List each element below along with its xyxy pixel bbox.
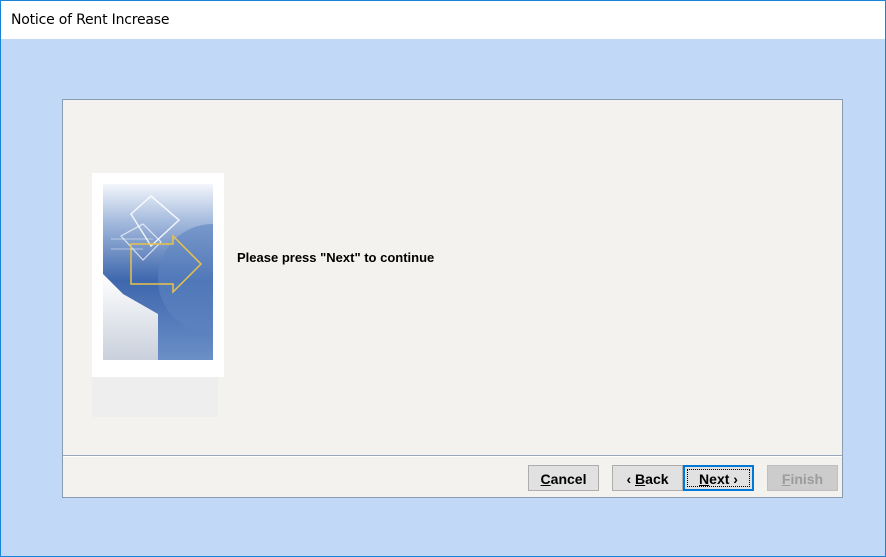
back-button[interactable]: ‹ Back: [612, 465, 683, 491]
app-window: Notice of Rent Increase Please press "Ne…: [0, 0, 886, 557]
back-arrow-icon: ‹: [626, 471, 636, 487]
finish-button[interactable]: Finish: [767, 465, 838, 491]
cancel-label: ancel: [550, 471, 587, 487]
wizard-graphic-icon: [103, 184, 213, 360]
focus-rectangle: [687, 469, 750, 487]
cancel-mnemonic: C: [540, 471, 551, 487]
wizard-image-frame: [92, 173, 224, 377]
back-mnemonic: B: [635, 471, 646, 487]
wizard-image-shadow: [92, 377, 218, 417]
next-button[interactable]: Next ›: [683, 465, 754, 491]
button-separator: [63, 455, 842, 457]
finish-label: inish: [790, 471, 824, 487]
window-title: Notice of Rent Increase: [11, 12, 170, 28]
cancel-button[interactable]: Cancel: [528, 465, 599, 491]
back-label: ack: [645, 471, 669, 487]
wizard-dialog: Please press "Next" to continue Cancel ‹…: [62, 99, 843, 498]
title-bar[interactable]: Notice of Rent Increase: [1, 1, 885, 39]
instruction-message: Please press "Next" to continue: [237, 250, 435, 265]
